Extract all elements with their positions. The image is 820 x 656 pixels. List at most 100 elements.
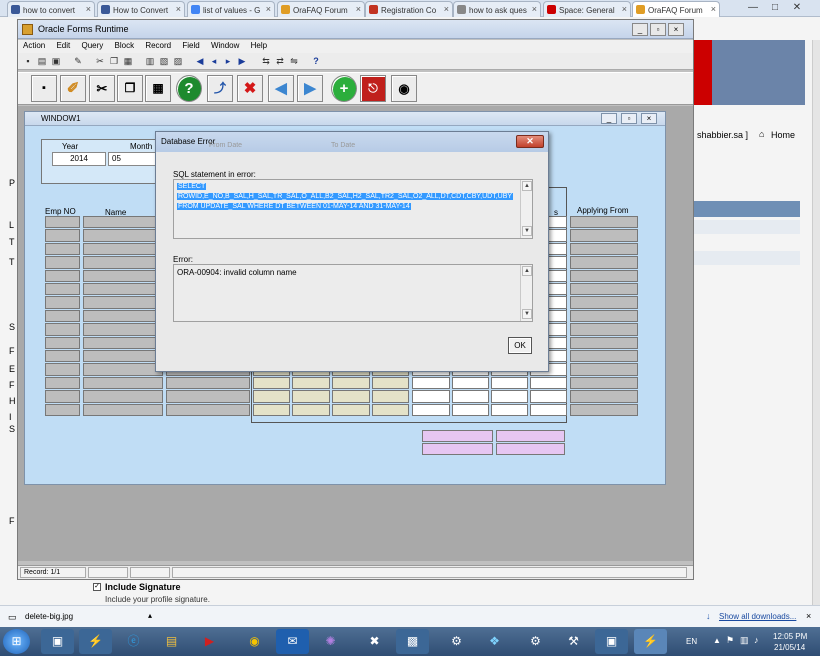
taskbar-forms-icon[interactable]: ⚡ [79, 629, 112, 654]
taskbar-ie-icon[interactable]: ⓔ [117, 629, 150, 654]
help-button[interactable]: ? [176, 75, 202, 102]
browser-tab[interactable]: Registration Co × [365, 1, 453, 17]
next-record-icon[interactable]: ▸ [222, 55, 234, 67]
grid-cell[interactable] [83, 216, 163, 229]
grid-cell[interactable] [570, 376, 638, 390]
cut-button[interactable]: ✂ [89, 75, 115, 102]
prev-record-icon[interactable]: ◂ [208, 55, 220, 67]
eraser-button[interactable]: ✐ [60, 75, 86, 102]
taskbar-explorer-icon[interactable]: ▤ [155, 629, 188, 654]
user-name-link[interactable]: shabbier.sa ] [697, 130, 748, 140]
grid-cell[interactable] [83, 390, 163, 403]
window1-close-button[interactable]: × [641, 113, 657, 124]
menu-record[interactable]: Record [145, 41, 171, 50]
grid-cell[interactable] [570, 296, 638, 309]
include-signature-checkbox[interactable]: ✓ [93, 583, 101, 591]
taskbar-app-icon[interactable]: ▣ [41, 629, 74, 654]
tab-close-icon[interactable]: × [266, 4, 271, 14]
grid-cell[interactable] [83, 229, 163, 242]
taskbar-app-icon[interactable]: ⚒ [557, 629, 590, 654]
total-field[interactable] [422, 443, 493, 455]
browser-tab[interactable]: how to convert × [7, 1, 95, 17]
grid-cell[interactable] [530, 403, 567, 416]
browser-tab[interactable]: list of values - G × [187, 1, 275, 17]
grid-cell[interactable] [452, 376, 489, 390]
grid-cell[interactable] [45, 242, 80, 256]
home-link[interactable]: Home [771, 130, 795, 140]
grid-cell[interactable] [83, 296, 163, 309]
taskbar-forms-active-icon[interactable]: ⚡ [634, 629, 667, 654]
grid-cell[interactable] [45, 309, 80, 323]
grid-cell[interactable] [372, 390, 409, 403]
copy-button[interactable]: ❐ [117, 75, 143, 102]
grid-cell[interactable] [570, 403, 638, 416]
clear-record-icon[interactable]: ▨ [172, 55, 184, 67]
grid-cell[interactable] [83, 363, 163, 376]
grid-cell[interactable] [570, 390, 638, 403]
grid-cell[interactable] [570, 229, 638, 242]
execute-button[interactable]: ⤴ [207, 75, 233, 102]
forms-maximize-button[interactable]: ▫ [650, 23, 666, 36]
grid-cell[interactable] [45, 363, 80, 376]
grid-cell[interactable] [292, 403, 330, 416]
grid-cell[interactable] [166, 403, 250, 416]
grid-cell[interactable] [332, 390, 370, 403]
scroll-down-icon[interactable]: ▼ [522, 309, 532, 319]
total-field[interactable] [422, 430, 493, 442]
download-bar-close-icon[interactable]: × [806, 611, 811, 621]
error-dialog-close-button[interactable]: ✕ [516, 135, 544, 148]
query-icon[interactable]: ⇆ [260, 55, 272, 67]
view-button[interactable]: ◉ [391, 75, 417, 102]
grid-cell[interactable] [253, 376, 290, 390]
menu-action[interactable]: Action [23, 41, 45, 50]
grid-cell[interactable] [83, 403, 163, 416]
tab-close-icon[interactable]: × [86, 4, 91, 14]
grid-cell[interactable] [83, 309, 163, 323]
grid-cell[interactable] [452, 403, 489, 416]
tab-close-icon[interactable]: × [711, 4, 716, 14]
show-all-downloads-link[interactable]: Show all downloads... [719, 612, 796, 621]
clock-time[interactable]: 12:05 PM [773, 632, 807, 641]
window1-minimize-button[interactable]: _ [601, 113, 617, 124]
save-icon[interactable]: ▪ [22, 55, 34, 67]
grid-cell[interactable] [332, 403, 370, 416]
last-record-icon[interactable]: ▶ [236, 55, 248, 67]
home-icon[interactable]: ⌂ [759, 129, 764, 139]
paste-icon[interactable]: ▦ [122, 55, 134, 67]
grid-cell[interactable] [570, 216, 638, 229]
taskbar-app-icon[interactable]: ⚙ [440, 629, 473, 654]
total-field[interactable] [496, 443, 565, 455]
grid-cell[interactable] [45, 229, 80, 242]
page-scrollbar[interactable] [812, 40, 820, 605]
grid-cell[interactable] [45, 323, 80, 336]
volume-icon[interactable]: ♪ [754, 635, 759, 645]
grid-cell[interactable] [83, 376, 163, 390]
browser-tab[interactable]: Space: General × [543, 1, 631, 17]
save-button[interactable]: ▪ [31, 75, 57, 102]
grid-cell[interactable] [45, 403, 80, 416]
enter-query-icon[interactable]: ✎ [72, 55, 84, 67]
cut-icon[interactable]: ✂ [94, 55, 106, 67]
grid-cell[interactable] [83, 350, 163, 363]
start-button[interactable]: ⊞ [3, 629, 30, 654]
grid-cell[interactable] [45, 256, 80, 269]
grid-cell[interactable] [83, 256, 163, 269]
tab-close-icon[interactable]: × [622, 4, 627, 14]
grid-cell[interactable] [570, 350, 638, 363]
next-button[interactable]: ▶ [297, 75, 323, 102]
grid-cell[interactable] [83, 269, 163, 282]
grid-cell[interactable] [83, 242, 163, 256]
delete-record-icon[interactable]: ▧ [158, 55, 170, 67]
help-icon[interactable]: ? [310, 55, 322, 67]
insert-record-icon[interactable]: ▥ [144, 55, 156, 67]
grid-cell[interactable] [570, 309, 638, 323]
add-record-button[interactable]: + [331, 75, 357, 102]
scroll-up-icon[interactable]: ▲ [522, 266, 532, 276]
download-menu-chevron-icon[interactable]: ▴ [148, 611, 152, 620]
grid-cell[interactable] [45, 336, 80, 349]
grid-cell[interactable] [45, 390, 80, 403]
browser-close-button[interactable]: ✕ [787, 0, 807, 16]
menu-edit[interactable]: Edit [56, 41, 70, 50]
taskbar-app-icon[interactable]: ▩ [396, 629, 429, 654]
network-icon[interactable]: ▥ [740, 635, 749, 646]
